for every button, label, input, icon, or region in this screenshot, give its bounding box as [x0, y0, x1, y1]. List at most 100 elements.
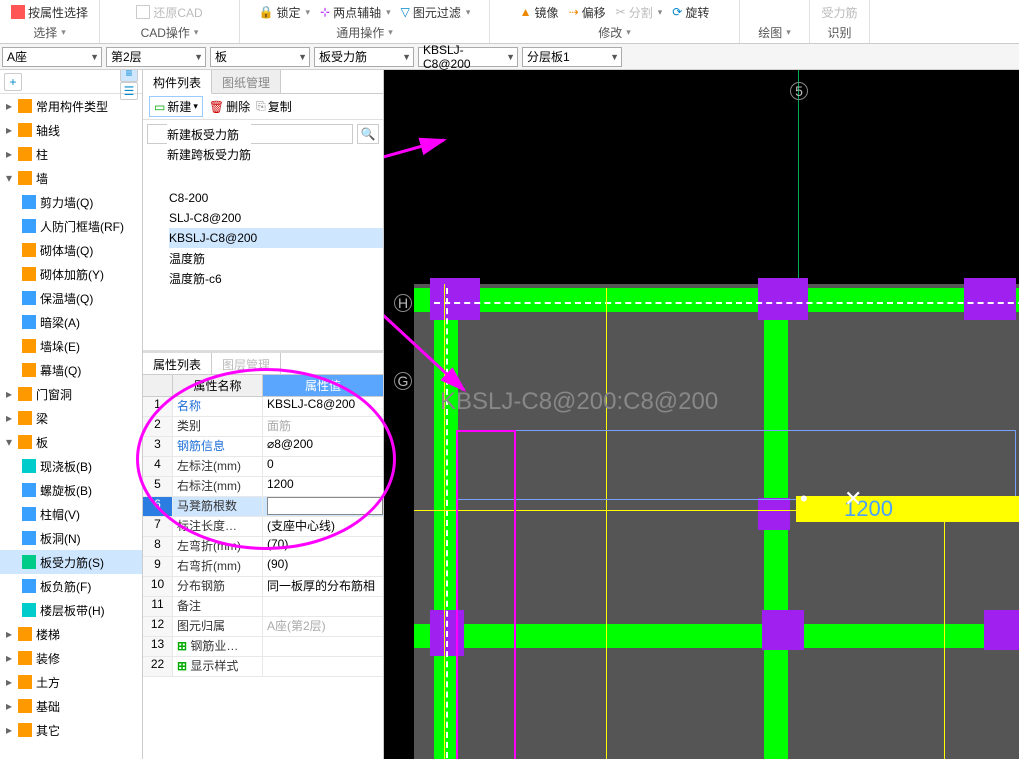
prop-row[interactable]: 10分布钢筋同一板厚的分布筋相	[143, 577, 383, 597]
context-combos: A座▼ 第2层▼ 板▼ 板受力筋▼ KBSLJ-C8@200▼ 分层板1▼	[0, 44, 1019, 70]
tree-view1-icon[interactable]: ≡	[120, 70, 138, 82]
folder-icon	[18, 435, 32, 449]
btn-select-by-attr[interactable]: 按属性选择	[11, 4, 88, 21]
tree-other[interactable]: ▸其它	[0, 718, 142, 742]
tree-stair[interactable]: ▸楼梯	[0, 622, 142, 646]
drawing-canvas[interactable]: 5 H G KBSLJ-C8@200:C8@200 1200 ✕ •	[384, 70, 1019, 759]
combo-member[interactable]: KBSLJ-C8@200▼	[418, 47, 518, 67]
list-item[interactable]: 温度筋-c6	[169, 268, 383, 288]
copy-icon: ⎘	[256, 99, 266, 114]
btn-reinforce[interactable]: 受力筋	[821, 4, 857, 21]
tree-insulation[interactable]: 保温墙(Q)	[0, 286, 142, 310]
tree-slab-neg[interactable]: 板负筋(F)	[0, 574, 142, 598]
search-icon[interactable]: 🔍	[357, 124, 379, 144]
tree-slab-rebar[interactable]: 板受力筋(S)	[0, 550, 142, 574]
tree-spiral[interactable]: 螺旋板(B)	[0, 478, 142, 502]
tree-axis[interactable]: ▸轴线	[0, 118, 142, 142]
combo-building[interactable]: A座▼	[2, 47, 102, 67]
prop-row[interactable]: 11备注	[143, 597, 383, 617]
prop-row[interactable]: 2类别面筋	[143, 417, 383, 437]
btn-new[interactable]: ▭新建▾	[149, 96, 203, 117]
wall-icon	[22, 291, 36, 305]
group-modify[interactable]: 修改	[598, 22, 631, 43]
ribbon: 按属性选择 选择 还原CAD CAD操作 🔒锁定 ⊹两点辅轴 ▽图元过滤 通用操…	[0, 0, 1019, 44]
tree-view2-icon[interactable]: ☰	[120, 82, 138, 100]
prop-row[interactable]: 4左标注(mm)0	[143, 457, 383, 477]
tab-properties[interactable]: 属性列表	[143, 353, 212, 374]
btn-split[interactable]: ✂分割	[616, 4, 663, 21]
btn-two-point-axis[interactable]: ⊹两点辅轴	[320, 4, 391, 21]
prop-row[interactable]: 22⊞ 显示样式	[143, 657, 383, 677]
prop-row[interactable]: 5右标注(mm)1200	[143, 477, 383, 497]
btn-lock[interactable]: 🔒锁定	[259, 4, 311, 21]
tree-column[interactable]: ▸柱	[0, 142, 142, 166]
tree-add-icon[interactable]: +	[4, 73, 22, 91]
rotate-icon: ⟳	[672, 5, 682, 19]
btn-offset[interactable]: ⇢偏移	[569, 4, 606, 21]
prop-row[interactable]: 1名称KBSLJ-C8@200	[143, 397, 383, 417]
tree-masonry[interactable]: 砌体墙(Q)	[0, 238, 142, 262]
tree-earth[interactable]: ▸土方	[0, 670, 142, 694]
tree-wall[interactable]: ▾墙	[0, 166, 142, 190]
btn-delete[interactable]: 🗑删除	[209, 98, 250, 115]
group-recognize: 识别	[827, 22, 851, 43]
list-item[interactable]: KBSLJ-C8@200	[169, 228, 383, 248]
axis-label-H: H	[394, 294, 412, 312]
group-general[interactable]: 通用操作	[336, 22, 393, 43]
tree-wall-duo[interactable]: 墙垛(E)	[0, 334, 142, 358]
tree-found[interactable]: ▸基础	[0, 694, 142, 718]
tab-components[interactable]: 构件列表	[143, 70, 212, 94]
tree-shearwall[interactable]: 剪力墙(Q)	[0, 190, 142, 214]
tab-drawings[interactable]: 图纸管理	[212, 70, 281, 93]
menu-new-slab-rebar[interactable]: 新建板受力筋	[167, 124, 251, 144]
prop-row[interactable]: 13⊞ 钢筋业…	[143, 637, 383, 657]
combo-category[interactable]: 板▼	[210, 47, 310, 67]
btn-rotate[interactable]: ⟳旋转	[672, 4, 709, 21]
tree-hidden-beam[interactable]: 暗梁(A)	[0, 310, 142, 334]
btn-filter[interactable]: ▽图元过滤	[401, 4, 471, 21]
tree-masonry-rebar[interactable]: 砌体加筋(Y)	[0, 262, 142, 286]
prop-row[interactable]: 3钢筋信息⌀8@200	[143, 437, 383, 457]
wall-icon	[22, 267, 36, 281]
folder-icon	[18, 387, 32, 401]
combo-layer[interactable]: 分层板1▼	[522, 47, 622, 67]
prop-row[interactable]: 7标注长度…(支座中心线)	[143, 517, 383, 537]
btn-mirror[interactable]: ▲镜像	[520, 4, 559, 21]
list-item[interactable]: C8-200	[169, 188, 383, 208]
tree-decor[interactable]: ▸装修	[0, 646, 142, 670]
prop-edit-input[interactable]	[267, 497, 383, 515]
lock-icon: 🔒	[259, 5, 274, 19]
tree-beam[interactable]: ▸梁	[0, 406, 142, 430]
list-item[interactable]: SLJ-C8@200	[169, 208, 383, 228]
x-mark-icon: ✕	[844, 486, 862, 512]
prop-row[interactable]: 8左弯折(mm)(70)	[143, 537, 383, 557]
folder-icon	[18, 699, 32, 713]
prop-row[interactable]: 12图元归属A座(第2层)	[143, 617, 383, 637]
group-cad[interactable]: CAD操作	[141, 22, 199, 43]
tree-castslab[interactable]: 现浇板(B)	[0, 454, 142, 478]
combo-type[interactable]: 板受力筋▼	[314, 47, 414, 67]
btn-copy[interactable]: ⎘复制	[256, 98, 292, 115]
folder-icon	[18, 675, 32, 689]
tree-slabhole[interactable]: 板洞(N)	[0, 526, 142, 550]
x-mark-icon: •	[800, 486, 808, 512]
tree-panel: + ≡ ☰ ▸常用构件类型 ▸轴线 ▸柱 ▾墙 剪力墙(Q) 人防门框墙(RF)…	[0, 70, 143, 759]
tree-floor-band[interactable]: 楼层板带(H)	[0, 598, 142, 622]
offset-icon: ⇢	[569, 5, 579, 19]
combo-floor[interactable]: 第2层▼	[106, 47, 206, 67]
tab-layers[interactable]: 图层管理	[212, 353, 281, 374]
tree-cap[interactable]: 柱帽(V)	[0, 502, 142, 526]
prop-row[interactable]: 9右弯折(mm)(90)	[143, 557, 383, 577]
group-select[interactable]: 选择	[33, 22, 66, 43]
group-draw[interactable]: 绘图	[758, 22, 791, 43]
btn-restore-cad[interactable]: 还原CAD	[136, 4, 202, 21]
tree-rfwall[interactable]: 人防门框墙(RF)	[0, 214, 142, 238]
folder-icon	[18, 627, 32, 641]
tree-curtain[interactable]: 幕墙(Q)	[0, 358, 142, 382]
tree-slab[interactable]: ▾板	[0, 430, 142, 454]
menu-new-span-rebar[interactable]: 新建跨板受力筋	[167, 144, 251, 164]
list-item[interactable]: 温度筋	[169, 248, 383, 268]
tree-opening[interactable]: ▸门窗洞	[0, 382, 142, 406]
prop-row[interactable]: 6马凳筋根数	[143, 497, 383, 517]
slab-icon	[22, 555, 36, 569]
